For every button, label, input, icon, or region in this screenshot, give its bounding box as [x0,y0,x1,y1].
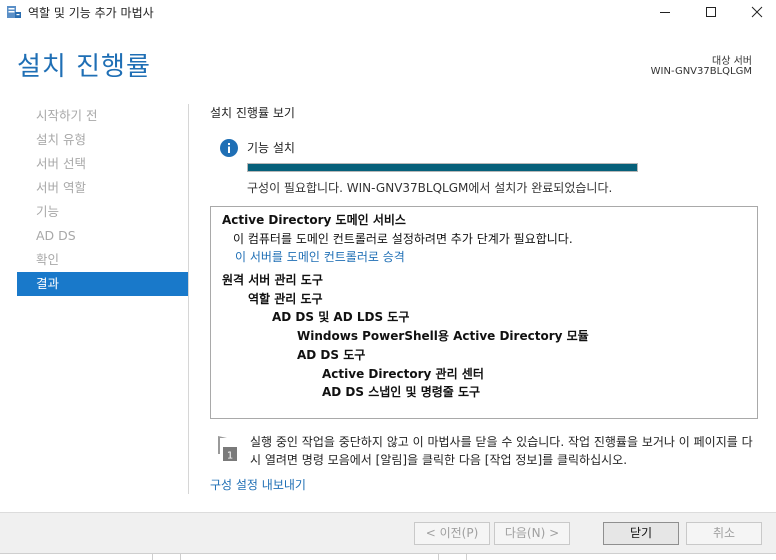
server-manager-icon [6,4,22,20]
info-icon [219,138,239,158]
nav-item-5: AD DS [36,228,76,243]
progress-fill [248,164,637,171]
nav-divider [188,104,189,494]
strip-divider [180,554,181,560]
nav-item-0: 시작하기 전 [36,108,98,123]
wizard-step-nav: 시작하기 전설치 유형서버 선택서버 역할기능 AD DS 확인결과 [17,104,188,296]
promote-dc-link[interactable]: 이 서버를 도메인 컨트롤러로 승격 [222,248,757,267]
previous-button[interactable]: < 이전(P) [414,522,490,545]
minimize-button[interactable] [642,0,688,24]
strip-divider [438,554,439,560]
feature-install-label: 기능 설치 [247,141,295,155]
nav-item-7[interactable]: 결과 [17,272,188,296]
section-heading: 설치 진행률 보기 [210,106,295,120]
maximize-button[interactable] [688,0,734,24]
minimize-icon [660,12,670,13]
strip-divider [466,554,467,560]
close-button[interactable]: 닫기 [603,522,679,545]
close-icon [751,6,763,18]
export-config-link[interactable]: 구성 설정 내보내기 [210,476,306,493]
target-server-name: WIN-GNV37BLQLGM [650,66,752,77]
strip-divider [152,554,153,560]
result-line: Active Directory 관리 센터 [322,366,484,381]
window-title: 역할 및 기능 추가 마법사 [28,6,154,20]
install-status-text: 구성이 필요합니다. WIN-GNV37BLQLGM에서 설치가 완료되었습니다… [247,181,613,195]
maximize-icon [706,7,716,17]
result-line: 이 컴퓨터를 도메인 컨트롤러로 설정하려면 추가 단계가 필요합니다. [233,231,573,246]
title-bar: 역할 및 기능 추가 마법사 [0,0,776,24]
close-window-button[interactable] [734,0,776,24]
nav-item-2: 서버 선택 [36,156,86,171]
nav-item-1: 설치 유형 [36,132,86,147]
background-window-strip [0,553,776,560]
target-server-label: 대상 서버 [712,56,752,67]
flag-notification-icon: 1 [215,434,239,462]
result-line: 원격 서버 관리 도구 [222,273,323,288]
next-button[interactable]: 다음(N) > [494,522,570,545]
result-line: AD DS 도구 [297,347,366,362]
install-progress-bar [247,163,638,172]
svg-text:1: 1 [227,451,233,462]
nav-item-4: 기능 [36,204,60,219]
results-panel: Active Directory 도메인 서비스이 컴퓨터를 도메인 컨트롤러로… [210,206,758,419]
result-line: AD DS 및 AD LDS 도구 [272,310,410,325]
result-line: Windows PowerShell용 Active Directory 모듈 [297,329,589,344]
result-line: Active Directory 도메인 서비스 [222,213,406,227]
nav-item-6: 확인 [36,252,60,267]
result-line: 역할 관리 도구 [248,291,323,306]
cancel-button[interactable]: 취소 [686,522,762,545]
close-wizard-note: 실행 중인 작업을 중단하지 않고 이 마법사를 닫을 수 있습니다. 작업 진… [250,435,753,467]
page-title: 설치 진행률 [17,52,151,82]
result-line: AD DS 스냅인 및 명령줄 도구 [322,385,481,400]
nav-item-3: 서버 역할 [36,180,86,195]
